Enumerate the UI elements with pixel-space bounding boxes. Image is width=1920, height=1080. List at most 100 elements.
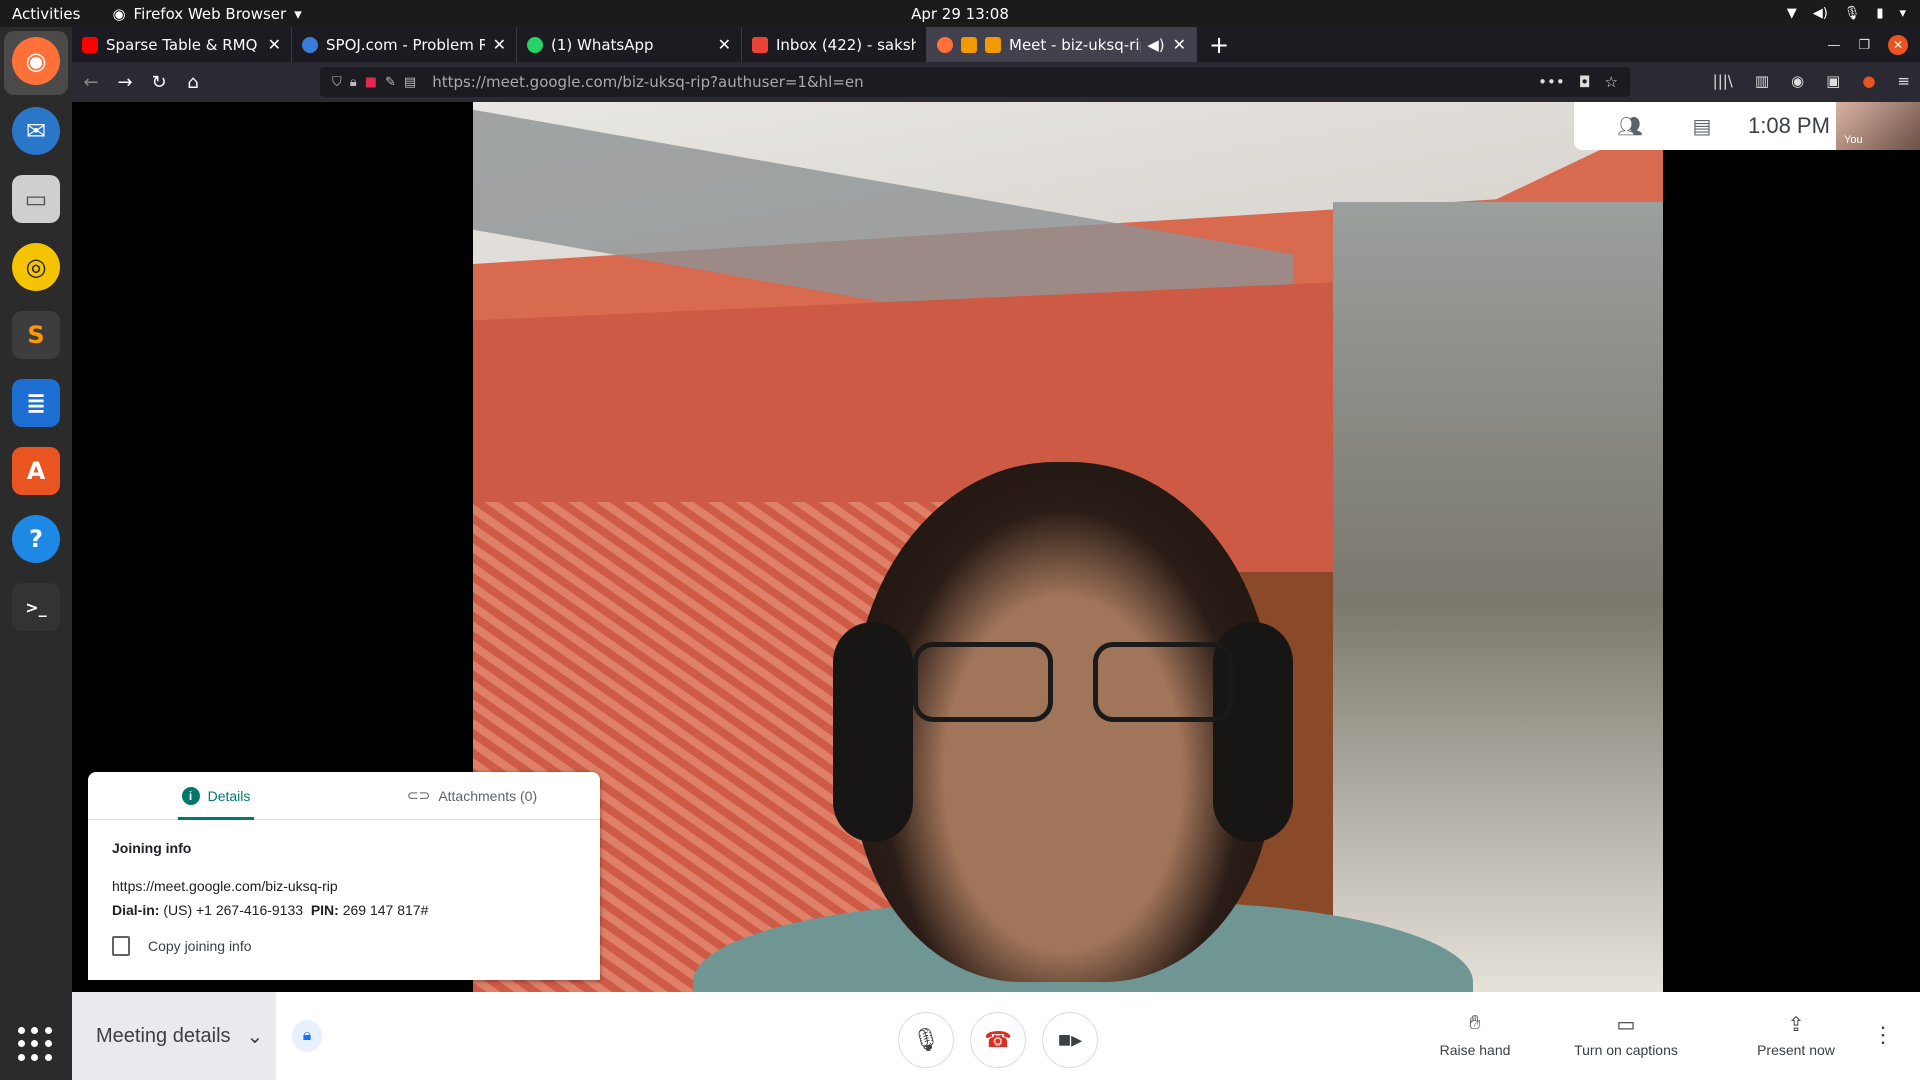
tab-whatsapp[interactable]: (1) WhatsApp ✕: [517, 27, 742, 62]
joining-info: Joining info https://meet.google.com/biz…: [88, 820, 600, 976]
firefox-icon[interactable]: ◉: [12, 37, 60, 85]
reload-icon[interactable]: ↻: [142, 72, 176, 93]
info-icon: i: [181, 786, 200, 805]
chevron-down-icon: ⌄: [246, 1025, 264, 1048]
bookmark-star-icon[interactable]: ☆: [1605, 73, 1618, 91]
forward-arrow-icon[interactable]: →: [108, 72, 142, 93]
system-top-bar: Activities ◉ Firefox Web Browser ▾ Apr 2…: [0, 0, 1920, 27]
url-bar[interactable]: ⛉ 🔒︎ ■ ✎ ▤ https://meet.google.com/biz-u…: [320, 67, 1630, 97]
extension-red-icon[interactable]: ●: [1862, 72, 1875, 90]
thunderbird-icon[interactable]: ✉: [12, 107, 60, 155]
lock-icon[interactable]: 🔒︎: [350, 75, 357, 90]
participant-video: [473, 102, 1663, 992]
sublime-text-icon[interactable]: S: [12, 311, 60, 359]
details-tabs: i Details ⊂⊃ Attachments (0): [88, 772, 600, 820]
tab-title: Sparse Table & RMQ (Ra: [106, 35, 260, 54]
meeting-details-button[interactable]: Meeting details ⌄: [72, 992, 276, 1080]
gmail-icon: [752, 36, 768, 53]
captions-icon: ▭: [1616, 1014, 1636, 1036]
more-options-icon[interactable]: ⋮: [1872, 1022, 1894, 1048]
toolbar-right: |||\ ▥ ◉ ▣ ● ≡: [1713, 72, 1910, 90]
home-icon[interactable]: ⌂: [176, 72, 210, 93]
mic-sharing-icon: [985, 36, 1001, 53]
writer-icon[interactable]: ≣: [12, 379, 60, 427]
raise-hand-button[interactable]: ✋︎ Raise hand: [1405, 1012, 1545, 1058]
camera-sharing-icon: [961, 36, 977, 53]
close-icon[interactable]: ✕: [1173, 35, 1186, 54]
shield-icon[interactable]: ⛉: [332, 75, 342, 90]
back-arrow-icon[interactable]: ←: [74, 72, 108, 93]
present-now-button[interactable]: ⇪ Present now: [1726, 1012, 1866, 1058]
system-tray[interactable]: ▼ ◀) 🎙 ▮ ▾: [1787, 0, 1906, 27]
tab-inbox[interactable]: Inbox (422) - saksham: [742, 27, 927, 62]
leave-call-button[interactable]: ☎︎: [970, 1012, 1026, 1068]
copy-icon: [112, 936, 130, 956]
chat-icon[interactable]: ▤: [1666, 114, 1738, 138]
account-icon[interactable]: ◉: [1791, 72, 1804, 90]
mic-permission-icon[interactable]: ✎: [385, 75, 396, 90]
library-icon[interactable]: |||\: [1713, 72, 1733, 90]
copy-joining-info-label: Copy joining info: [148, 938, 252, 954]
permissions-icon[interactable]: ▤: [404, 75, 416, 90]
new-tab-button[interactable]: +: [1209, 31, 1229, 59]
show-applications-icon[interactable]: [18, 1027, 52, 1061]
microphone-button[interactable]: 🎙︎: [898, 1012, 954, 1068]
meeting-details-label: Meeting details: [96, 1024, 231, 1047]
video-camera-icon: ■▸: [1057, 1027, 1083, 1052]
battery-icon: ▮: [1876, 6, 1884, 21]
pin-value: 269 147 817#: [342, 902, 429, 918]
meeting-link[interactable]: https://meet.google.com/biz-uksq-rip: [112, 878, 576, 894]
nav-bar: ← → ↻ ⌂ ⛉ 🔒︎ ■ ✎ ▤ https://meet.google.c…: [72, 62, 1920, 102]
dial-in-label: Dial-in:: [112, 902, 160, 918]
captions-button[interactable]: ▭ Turn on captions: [1556, 1012, 1696, 1058]
people-icon[interactable]: 👥︎: [1594, 114, 1666, 138]
tab-title: (1) WhatsApp: [551, 35, 654, 54]
close-window-icon[interactable]: ✕: [1888, 35, 1908, 55]
close-icon[interactable]: ✕: [718, 35, 731, 54]
hand-icon: ✋︎: [1469, 1012, 1481, 1034]
copy-joining-info-button[interactable]: Copy joining info: [112, 936, 576, 956]
attachment-icon: ⊂⊃: [406, 787, 431, 803]
help-icon[interactable]: ?: [12, 515, 60, 563]
dial-in-number: (US) +1 267-416-9133: [163, 902, 304, 918]
meeting-details-panel: i Details ⊂⊃ Attachments (0) Joining inf…: [88, 772, 600, 980]
tab-meet[interactable]: Meet - biz-uksq-rip ◀) ✕: [927, 27, 1197, 62]
rhythmbox-icon[interactable]: ◎: [12, 243, 60, 291]
tab-title: Meet - biz-uksq-rip: [1009, 35, 1142, 54]
video-headphone-left: [833, 622, 913, 842]
close-icon[interactable]: ✕: [268, 35, 281, 54]
tab-sparse-table[interactable]: Sparse Table & RMQ (Ra ✕: [72, 27, 292, 62]
self-view-label: You: [1844, 134, 1863, 146]
software-center-icon[interactable]: A: [12, 447, 60, 495]
activities-button[interactable]: Activities: [12, 5, 80, 23]
self-view-tile[interactable]: You: [1836, 102, 1920, 150]
volume-icon: ◀): [1812, 6, 1828, 21]
page-actions-icon[interactable]: •••: [1538, 73, 1565, 91]
dial-in-line: Dial-in: (US) +1 267-416-9133 PIN: 269 1…: [112, 902, 576, 918]
captions-label: Turn on captions: [1574, 1042, 1678, 1058]
sidebar-icon[interactable]: ▥: [1755, 72, 1769, 90]
whatsapp-icon: [527, 36, 543, 53]
restore-icon[interactable]: ❐: [1858, 38, 1870, 53]
dock: ◉ ✉ ▭ ◎ S ≣ A ? >_: [0, 27, 72, 1080]
url-actions: ••• ◘ ☆: [1538, 73, 1618, 91]
chevron-down-icon: ▾: [1899, 6, 1906, 21]
files-icon[interactable]: ▭: [12, 175, 60, 223]
pocket-icon[interactable]: ◘: [1579, 73, 1591, 91]
app-menu[interactable]: ◉ Firefox Web Browser ▾: [112, 5, 301, 23]
close-icon[interactable]: ✕: [493, 35, 506, 54]
speaker-icon[interactable]: ◀): [1147, 36, 1164, 54]
tab-spoj[interactable]: SPOJ.com - Problem RM ✕: [292, 27, 517, 62]
present-icon: ⇪: [1787, 1014, 1805, 1036]
microphone-icon: 🎙︎: [912, 1027, 940, 1052]
terminal-icon[interactable]: >_: [12, 583, 60, 631]
camera-button[interactable]: ■▸: [1042, 1012, 1098, 1068]
camera-permission-icon[interactable]: ■: [365, 75, 377, 90]
extension-icon[interactable]: ▣: [1826, 72, 1840, 90]
security-shield-icon[interactable]: 🔒︎: [292, 1020, 322, 1052]
tab-details[interactable]: i Details: [88, 772, 344, 820]
url-text[interactable]: https://meet.google.com/biz-uksq-rip?aut…: [432, 73, 863, 91]
tab-attachments[interactable]: ⊂⊃ Attachments (0): [344, 772, 600, 819]
minimize-icon[interactable]: —: [1827, 38, 1840, 53]
hamburger-menu-icon[interactable]: ≡: [1897, 72, 1910, 90]
